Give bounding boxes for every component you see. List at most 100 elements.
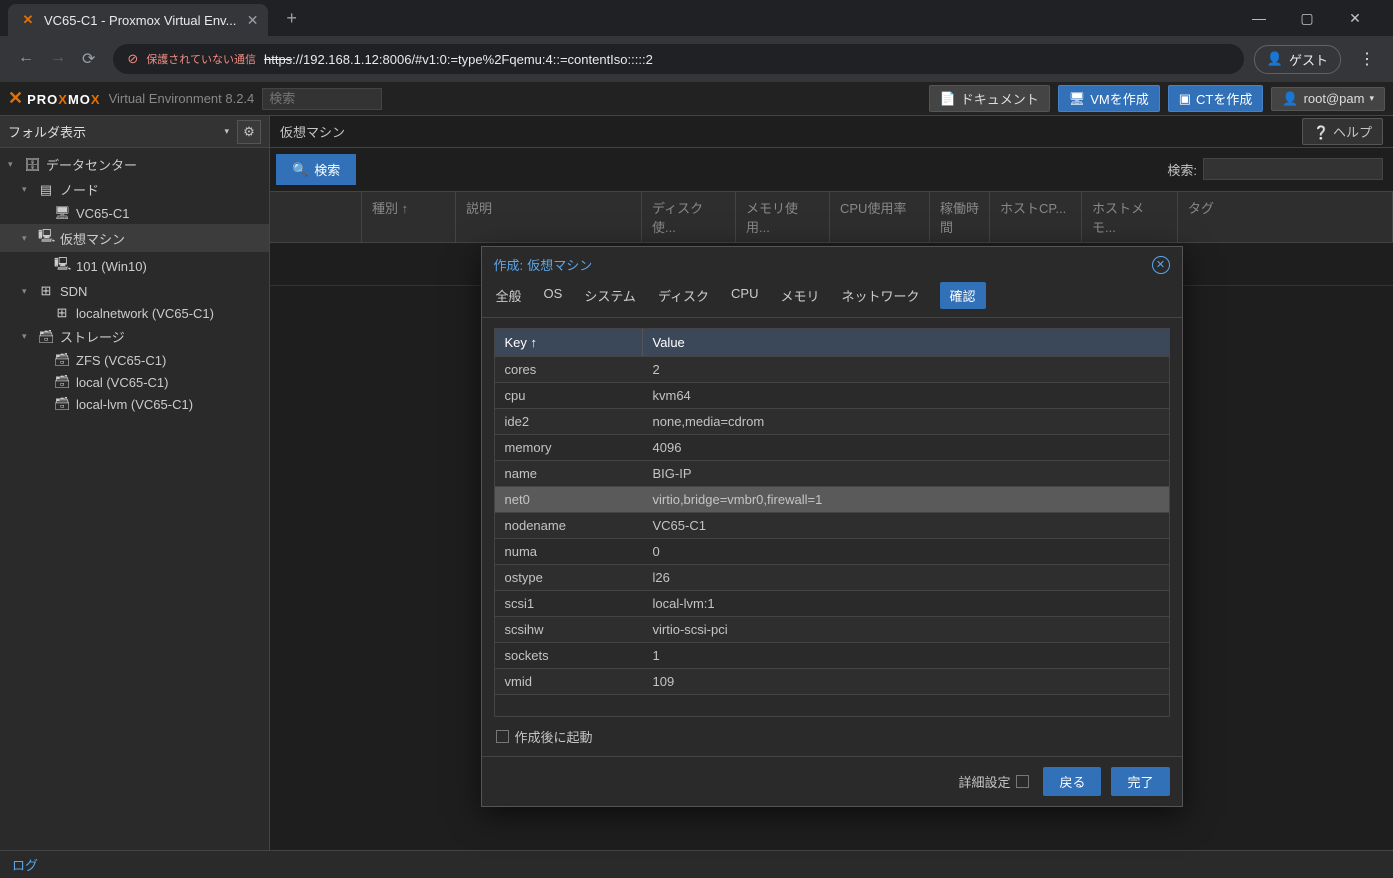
chevron-down-icon[interactable]: ▾ bbox=[224, 126, 229, 137]
summary-key: sockets bbox=[495, 643, 643, 668]
browser-menu-icon[interactable]: ⋮ bbox=[1351, 49, 1383, 69]
dialog-close-icon[interactable]: ✕ bbox=[1152, 256, 1170, 274]
node-icon: 🖳 bbox=[54, 255, 70, 277]
summary-row[interactable]: ostypel26 bbox=[495, 564, 1169, 590]
wizard-tab[interactable]: メモリ bbox=[778, 282, 821, 309]
tree-item[interactable]: ▾▤ノード bbox=[0, 177, 269, 202]
tree-item[interactable]: 🗃local-lvm (VC65-C1) bbox=[0, 393, 269, 415]
dialog-title-bar[interactable]: 作成: 仮想マシン ✕ bbox=[482, 247, 1182, 282]
summary-row[interactable]: scsihwvirtio-scsi-pci bbox=[495, 616, 1169, 642]
col-hostcpu[interactable]: ホストCP... bbox=[990, 192, 1082, 242]
browser-tab-bar: ✕ VC65-C1 - Proxmox Virtual Env... ✕ + —… bbox=[0, 0, 1393, 36]
grid-search-input[interactable] bbox=[1203, 158, 1383, 180]
wizard-tab[interactable]: CPU bbox=[729, 282, 760, 309]
summary-key: memory bbox=[495, 435, 643, 460]
help-button[interactable]: ❔ ヘルプ bbox=[1302, 118, 1383, 145]
summary-value: 1 bbox=[643, 643, 1169, 668]
dialog-title-main: 仮想マシン bbox=[527, 255, 592, 274]
summary-row[interactable]: numa0 bbox=[495, 538, 1169, 564]
advanced-checkbox[interactable] bbox=[1016, 775, 1029, 788]
summary-value: BIG-IP bbox=[643, 461, 1169, 486]
summary-row[interactable]: vmid109 bbox=[495, 668, 1169, 694]
col-hostmem[interactable]: ホストメモ... bbox=[1082, 192, 1178, 242]
search-tab[interactable]: 🔍 検索 bbox=[276, 154, 356, 185]
wizard-tab[interactable]: 確認 bbox=[940, 282, 986, 309]
gear-icon[interactable]: ⚙ bbox=[237, 120, 261, 144]
col-disk[interactable]: ディスク使... bbox=[642, 192, 736, 242]
back-icon[interactable]: ← bbox=[18, 49, 34, 69]
tree-item[interactable]: 🖥VC65-C1 bbox=[0, 202, 269, 224]
summary-row[interactable]: scsi1local-lvm:1 bbox=[495, 590, 1169, 616]
tree-item[interactable]: ▾🗃ストレージ bbox=[0, 324, 269, 349]
maximize-icon[interactable]: ▢ bbox=[1293, 10, 1321, 27]
guest-button[interactable]: 👤 ゲスト bbox=[1254, 45, 1341, 74]
col-cpu[interactable]: CPU使用率 bbox=[830, 192, 930, 242]
dialog-title-prefix: 作成: bbox=[494, 255, 524, 274]
create-vm-button[interactable]: 🖥VMを作成 bbox=[1058, 85, 1160, 112]
user-button[interactable]: 👤root@pam▾ bbox=[1271, 87, 1385, 111]
summary-row[interactable]: cpukvm64 bbox=[495, 382, 1169, 408]
wizard-tab[interactable]: システム bbox=[582, 282, 638, 309]
wizard-tab[interactable]: ディスク bbox=[656, 282, 711, 309]
finish-button[interactable]: 完了 bbox=[1111, 767, 1169, 796]
view-selector[interactable]: フォルダ表示 bbox=[8, 122, 224, 141]
summary-key: scsi1 bbox=[495, 591, 643, 616]
tree-item[interactable]: 🖳101 (Win10) bbox=[0, 252, 269, 280]
docs-button[interactable]: 📄ドキュメント bbox=[929, 85, 1050, 112]
col-desc[interactable]: 説明 bbox=[456, 192, 642, 242]
main-layout: フォルダ表示 ▾ ⚙ ▾🗄データセンター▾▤ノード🖥VC65-C1▾🖳仮想マシン… bbox=[0, 116, 1393, 850]
summary-row[interactable]: memory4096 bbox=[495, 434, 1169, 460]
close-icon[interactable]: ✕ bbox=[247, 12, 259, 29]
summary-value: virtio-scsi-pci bbox=[643, 617, 1169, 642]
header-search-input[interactable] bbox=[262, 88, 382, 110]
summary-value: none,media=cdrom bbox=[643, 409, 1169, 434]
value-column-header[interactable]: Value bbox=[643, 329, 1169, 356]
col-tag[interactable]: タグ bbox=[1178, 192, 1393, 242]
col-mem[interactable]: メモリ使用... bbox=[736, 192, 830, 242]
wizard-tab[interactable]: ネットワーク bbox=[840, 282, 922, 309]
tree-item[interactable]: 🗃ZFS (VC65-C1) bbox=[0, 349, 269, 371]
advanced-toggle[interactable]: 詳細設定 bbox=[958, 772, 1029, 791]
tree-item[interactable]: ⊞localnetwork (VC65-C1) bbox=[0, 302, 269, 324]
forward-icon[interactable]: → bbox=[50, 49, 66, 69]
twisty-icon: ▾ bbox=[22, 233, 32, 244]
key-column-header[interactable]: Key ↑ bbox=[495, 329, 643, 356]
empty-row bbox=[495, 694, 1169, 716]
tree-item[interactable]: ▾🗄データセンター bbox=[0, 152, 269, 177]
create-ct-button[interactable]: ▣CTを作成 bbox=[1168, 85, 1264, 112]
tree-item[interactable]: ▾🖳仮想マシン bbox=[0, 224, 269, 252]
new-tab-button[interactable]: + bbox=[278, 4, 305, 33]
start-after-checkbox[interactable] bbox=[496, 730, 509, 743]
footer: ログ bbox=[0, 850, 1393, 878]
tree-label: SDN bbox=[60, 284, 87, 299]
log-link[interactable]: ログ bbox=[12, 855, 38, 874]
tree-label: localnetwork (VC65-C1) bbox=[76, 306, 214, 321]
wizard-tab[interactable]: OS bbox=[542, 282, 565, 309]
summary-key: cores bbox=[495, 357, 643, 382]
col-uptime[interactable]: 稼働時間 bbox=[930, 192, 990, 242]
summary-value: virtio,bridge=vmbr0,firewall=1 bbox=[643, 487, 1169, 512]
close-window-icon[interactable]: ✕ bbox=[1341, 10, 1369, 27]
node-icon: 🗃 bbox=[54, 374, 70, 390]
summary-value: VC65-C1 bbox=[643, 513, 1169, 538]
minimize-icon[interactable]: — bbox=[1245, 10, 1273, 27]
back-button[interactable]: 戻る bbox=[1043, 767, 1101, 796]
url-field[interactable]: ⊘ 保護されていない通信 https://192.168.1.12:8006/#… bbox=[113, 44, 1243, 74]
browser-tab[interactable]: ✕ VC65-C1 - Proxmox Virtual Env... ✕ bbox=[8, 4, 268, 36]
summary-row[interactable]: sockets1 bbox=[495, 642, 1169, 668]
summary-key: cpu bbox=[495, 383, 643, 408]
reload-icon[interactable]: ⟳ bbox=[82, 49, 95, 69]
grid-area: 🔍 検索 検索: 種別 ↑ 説明 ディスク使... メモリ使用... CPU使用… bbox=[270, 148, 1393, 850]
col-type[interactable]: 種別 ↑ bbox=[362, 192, 456, 242]
summary-row[interactable]: net0virtio,bridge=vmbr0,firewall=1 bbox=[495, 486, 1169, 512]
node-icon: 🖥 bbox=[54, 205, 70, 221]
tree-item[interactable]: 🗃local (VC65-C1) bbox=[0, 371, 269, 393]
summary-key: name bbox=[495, 461, 643, 486]
summary-row[interactable]: nameBIG-IP bbox=[495, 460, 1169, 486]
summary-row[interactable]: cores2 bbox=[495, 356, 1169, 382]
wizard-tab[interactable]: 全般 bbox=[494, 282, 524, 309]
node-icon: 🗃 bbox=[54, 396, 70, 412]
tree-item[interactable]: ▾⊞SDN bbox=[0, 280, 269, 302]
summary-row[interactable]: ide2none,media=cdrom bbox=[495, 408, 1169, 434]
summary-row[interactable]: nodenameVC65-C1 bbox=[495, 512, 1169, 538]
